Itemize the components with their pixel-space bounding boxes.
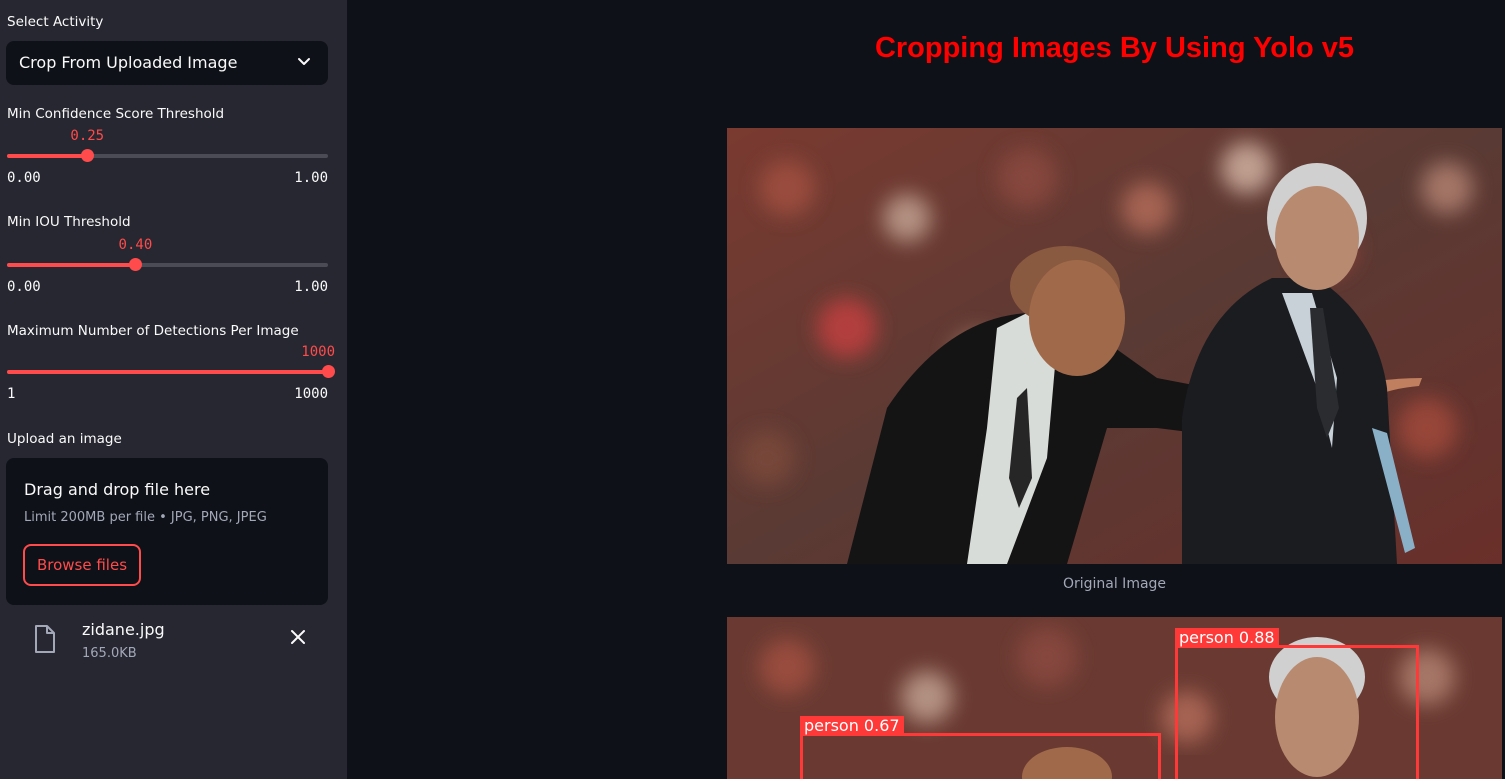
close-icon[interactable] (290, 629, 306, 645)
slider-min: 0.00 (7, 170, 41, 186)
upload-label: Upload an image (7, 431, 122, 447)
file-name: zidane.jpg (82, 620, 165, 639)
detection-box: person 0.88 (1175, 628, 1419, 779)
activity-label: Select Activity (7, 14, 104, 30)
detection-label: person 0.67 (800, 716, 904, 736)
slider-fill (7, 154, 88, 158)
activity-select[interactable]: Crop From Uploaded Image (6, 41, 328, 85)
slider-max: 1.00 (294, 279, 328, 295)
max-detections-slider-label: Maximum Number of Detections Per Image (7, 323, 299, 339)
dropzone-limit: Limit 200MB per file • JPG, PNG, JPEG (24, 510, 267, 525)
slider-max: 1.00 (294, 170, 328, 186)
slider-thumb[interactable] (81, 149, 95, 162)
slider-min: 1 (7, 386, 16, 402)
iou-slider-label: Min IOU Threshold (7, 214, 131, 230)
original-image (727, 128, 1502, 564)
confidence-slider-label: Min Confidence Score Threshold (7, 106, 225, 122)
chevron-down-icon (298, 58, 310, 65)
max-detections-slider[interactable]: 1000 1 1000 (7, 344, 335, 410)
slider-current-value: 1000 (301, 344, 335, 360)
slider-fill (7, 370, 328, 374)
detection-image: person 0.88 person 0.67 (727, 617, 1502, 779)
detection-box: person 0.67 (800, 716, 1161, 779)
detection-label: person 0.88 (1175, 628, 1279, 648)
file-dropzone[interactable]: Drag and drop file here Limit 200MB per … (6, 458, 328, 605)
slider-thumb[interactable] (129, 258, 143, 271)
browse-files-button[interactable]: Browse files (23, 544, 141, 586)
slider-current-value: 0.25 (70, 128, 105, 144)
confidence-slider[interactable]: 0.25 0.00 1.00 (7, 128, 328, 194)
uploaded-file-item: zidane.jpg 165.0KB (30, 620, 320, 666)
sidebar: Select Activity Crop From Uploaded Image… (0, 0, 347, 779)
slider-fill (7, 263, 136, 267)
activity-select-value: Crop From Uploaded Image (19, 53, 238, 72)
iou-slider[interactable]: 0.40 0.00 1.00 (7, 237, 328, 303)
slider-min: 0.00 (7, 279, 41, 295)
image-caption: Original Image (1062, 576, 1167, 592)
file-icon (35, 625, 55, 653)
page-title: Cropping Images By Using Yolo v5 (874, 32, 1355, 64)
slider-current-value: 0.40 (118, 237, 153, 253)
slider-thumb[interactable] (322, 365, 335, 378)
dropzone-title: Drag and drop file here (24, 480, 211, 499)
file-size: 165.0KB (82, 646, 137, 661)
slider-max: 1000 (294, 386, 328, 402)
